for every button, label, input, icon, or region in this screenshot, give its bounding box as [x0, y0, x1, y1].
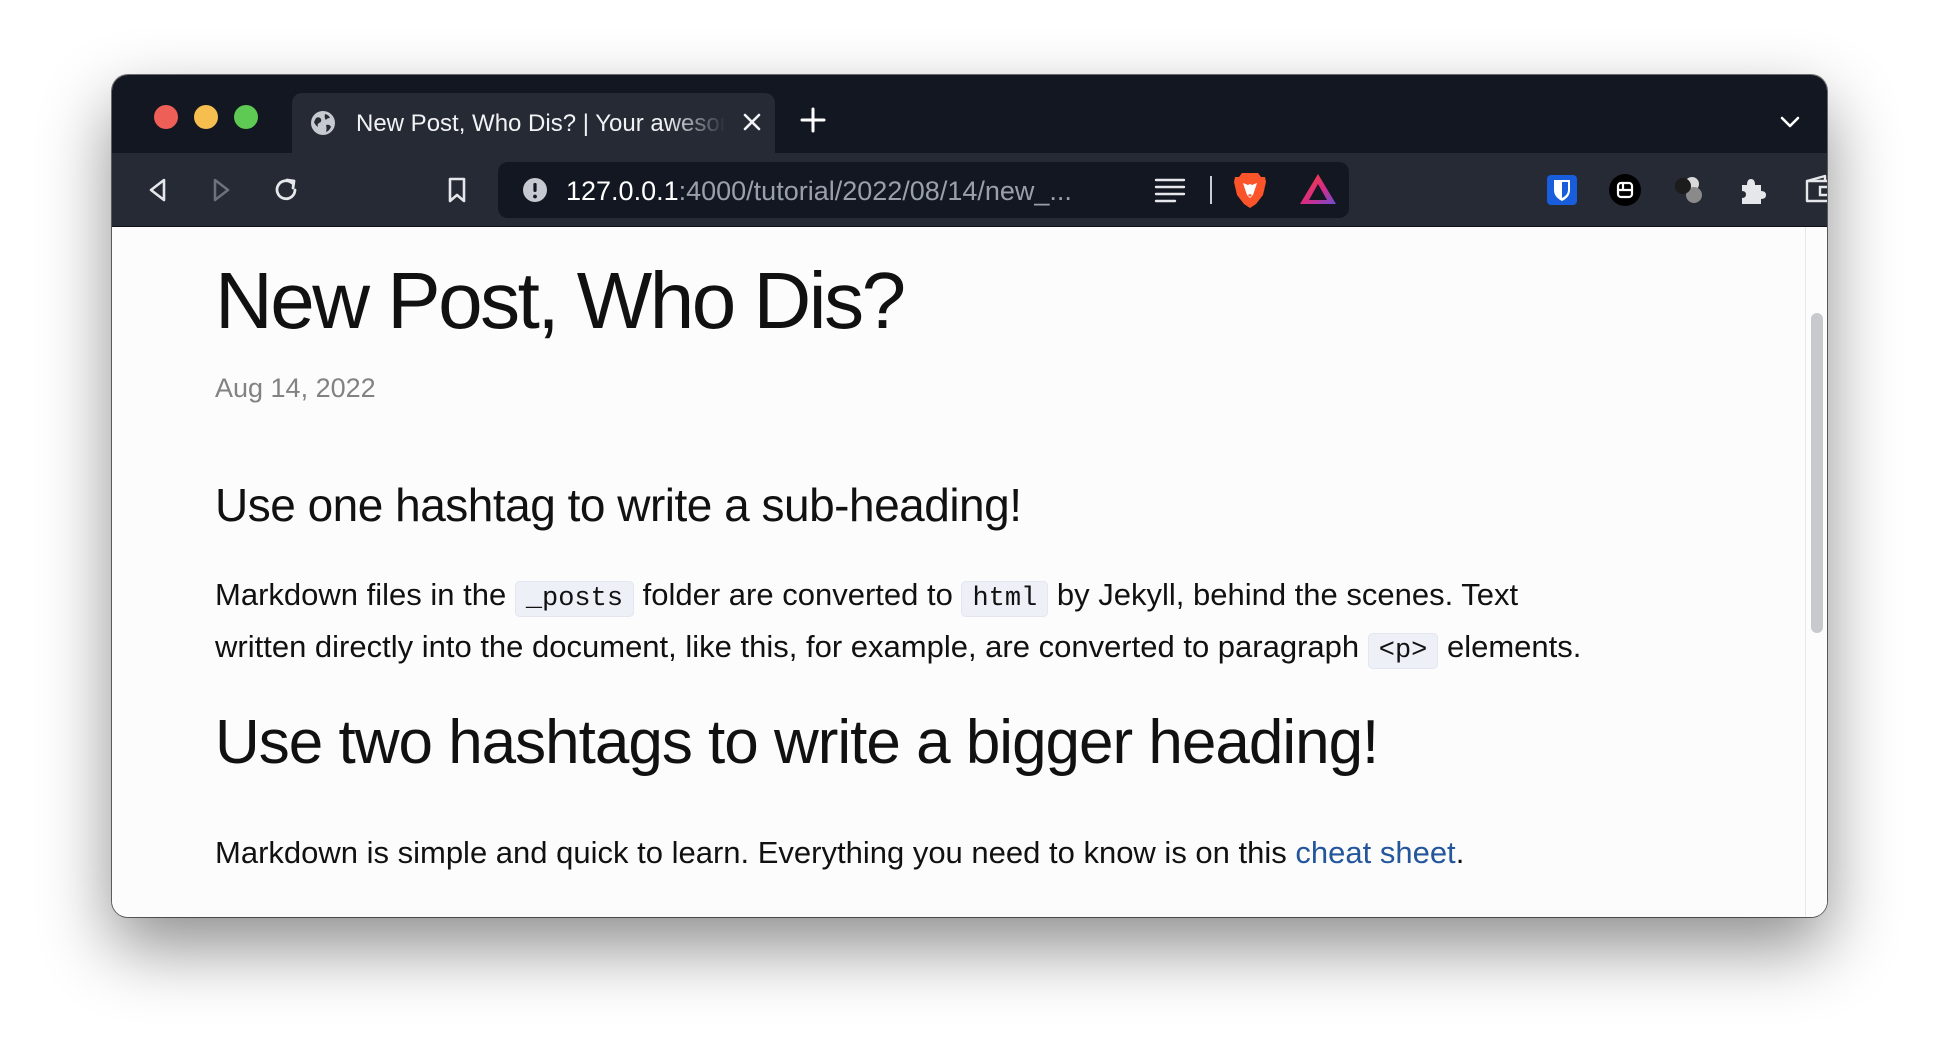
paragraph-text: written directly into the document, like…: [215, 629, 1368, 664]
wallet-icon[interactable]: [1801, 172, 1827, 208]
page-viewport: New Post, Who Dis? Aug 14, 2022 Use one …: [112, 227, 1827, 917]
minimize-window-button[interactable]: [194, 105, 218, 129]
paragraph-text: Markdown is simple and quick to learn. E…: [215, 835, 1296, 870]
chevron-down-icon[interactable]: [1777, 109, 1803, 135]
tab-title: New Post, Who Dis? | Your awesome title: [356, 110, 726, 137]
paragraph-markdown-files: Markdown files in the _posts folder are …: [215, 571, 1581, 675]
post-date: Aug 14, 2022: [215, 373, 376, 403]
sub-heading: Use one hashtag to write a sub-heading!: [215, 479, 1022, 531]
reload-icon[interactable]: [268, 172, 304, 208]
url-text[interactable]: 127.0.0.1:4000/tutorial/2022/08/14/new_.…: [566, 175, 1136, 207]
tab-strip: New Post, Who Dis? | Your awesome title: [112, 75, 1827, 153]
bookmark-icon[interactable]: [439, 172, 475, 208]
bitwarden-shield-icon[interactable]: [1544, 172, 1580, 208]
close-tab-icon[interactable]: [738, 108, 766, 136]
url-path: :4000/tutorial/2022/08/14/new_...: [678, 176, 1072, 206]
globe-icon: [311, 111, 335, 135]
paragraph-text: folder are converted to: [634, 577, 962, 612]
reader-mode-icon[interactable]: [1153, 175, 1187, 205]
extension-balls-icon[interactable]: [1670, 172, 1706, 208]
paragraph-text: elements.: [1438, 629, 1582, 664]
browser-window: New Post, Who Dis? | Your awesome title: [112, 75, 1827, 917]
paragraph-markdown-simple: Markdown is simple and quick to learn. E…: [215, 829, 1464, 877]
post-title: New Post, Who Dis?: [215, 256, 906, 345]
active-tab[interactable]: New Post, Who Dis? | Your awesome title: [292, 93, 775, 153]
brave-rewards-icon[interactable]: [1299, 172, 1337, 206]
puzzle-piece-icon[interactable]: [1734, 172, 1770, 208]
cheat-sheet-link[interactable]: cheat sheet: [1295, 835, 1455, 870]
scroll-thumb[interactable]: [1811, 313, 1823, 633]
info-icon[interactable]: [521, 176, 549, 204]
paragraph-text: Markdown files in the: [215, 577, 515, 612]
brave-lion-icon[interactable]: [1232, 170, 1268, 210]
url-host: 127.0.0.1: [566, 176, 679, 206]
bigger-heading: Use two hashtags to write a bigger headi…: [215, 708, 1379, 777]
zoom-window-button[interactable]: [234, 105, 258, 129]
close-window-button[interactable]: [154, 105, 178, 129]
address-bar-divider: [1210, 176, 1212, 204]
extension-box-icon[interactable]: [1607, 172, 1643, 208]
inline-code: <p>: [1367, 633, 1439, 669]
toolbar: 127.0.0.1:4000/tutorial/2022/08/14/new_.…: [112, 153, 1827, 227]
paragraph-text: by Jekyll, behind the scenes. Text: [1048, 577, 1519, 612]
paragraph-text: .: [1455, 835, 1465, 870]
inline-code: html: [961, 581, 1049, 617]
scrollbar[interactable]: [1805, 227, 1827, 917]
forward-arrow-icon[interactable]: [203, 172, 239, 208]
new-tab-icon[interactable]: [798, 105, 828, 135]
address-bar[interactable]: 127.0.0.1:4000/tutorial/2022/08/14/new_.…: [498, 162, 1349, 218]
inline-code: _posts: [514, 581, 635, 617]
back-arrow-icon[interactable]: [140, 172, 176, 208]
